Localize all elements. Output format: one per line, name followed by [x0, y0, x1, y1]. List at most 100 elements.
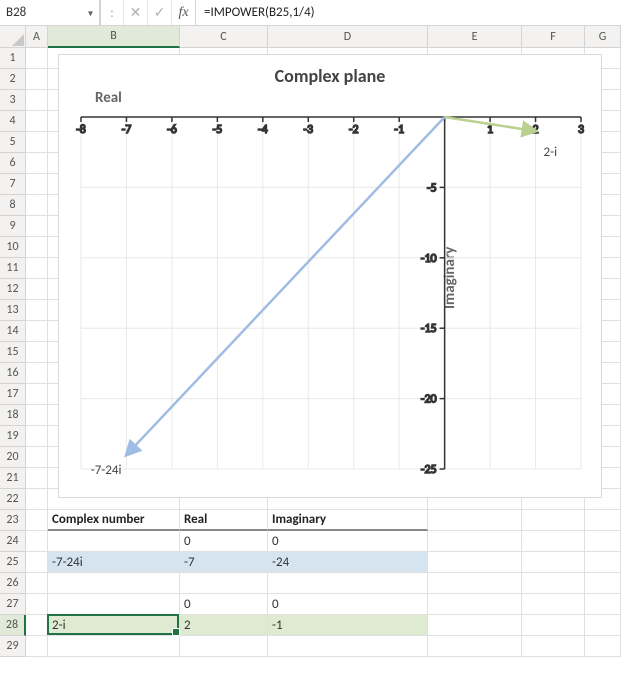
row-header-7[interactable]: 7: [0, 174, 26, 195]
cell-B25[interactable]: -7-24i: [48, 552, 180, 573]
cell-G24[interactable]: [585, 531, 621, 552]
cell-A1[interactable]: [26, 48, 48, 69]
cell-A23[interactable]: [26, 510, 48, 531]
cell-C29[interactable]: [180, 636, 268, 657]
cell-D28[interactable]: -1: [268, 615, 428, 636]
cell-F24[interactable]: [522, 531, 585, 552]
column-header-C[interactable]: C: [180, 26, 268, 48]
column-header-E[interactable]: E: [428, 26, 522, 48]
row-header-8[interactable]: 8: [0, 195, 26, 216]
cell-B23[interactable]: Complex number: [48, 510, 180, 531]
cell-A10[interactable]: [26, 237, 48, 258]
row-header-2[interactable]: 2: [0, 69, 26, 90]
cell-A9[interactable]: [26, 216, 48, 237]
cell-G26[interactable]: [585, 573, 621, 594]
cell-E24[interactable]: [428, 531, 522, 552]
row-header-20[interactable]: 20: [0, 447, 26, 468]
cell-A19[interactable]: [26, 426, 48, 447]
row-header-28[interactable]: 28: [0, 615, 26, 636]
fx-icon[interactable]: fx: [172, 0, 196, 25]
cell-F27[interactable]: [522, 594, 585, 615]
cell-D24[interactable]: 0: [268, 531, 428, 552]
cell-B29[interactable]: [48, 636, 180, 657]
chevron-down-icon[interactable]: ▾: [88, 6, 93, 19]
cell-A16[interactable]: [26, 363, 48, 384]
cell-D29[interactable]: [268, 636, 428, 657]
cell-A6[interactable]: [26, 153, 48, 174]
cell-A14[interactable]: [26, 321, 48, 342]
cell-G29[interactable]: [585, 636, 621, 657]
row-header-24[interactable]: 24: [0, 531, 26, 552]
cell-A25[interactable]: [26, 552, 48, 573]
row-header-13[interactable]: 13: [0, 300, 26, 321]
cell-A28[interactable]: [26, 615, 48, 636]
cell-A29[interactable]: [26, 636, 48, 657]
cell-G27[interactable]: [585, 594, 621, 615]
row-header-5[interactable]: 5: [0, 132, 26, 153]
cell-D26[interactable]: [268, 573, 428, 594]
cell-C25[interactable]: -7: [180, 552, 268, 573]
cell-A17[interactable]: [26, 384, 48, 405]
cell-G25[interactable]: [585, 552, 621, 573]
cell-A13[interactable]: [26, 300, 48, 321]
cell-A5[interactable]: [26, 132, 48, 153]
cell-B24[interactable]: [48, 531, 180, 552]
row-header-26[interactable]: 26: [0, 573, 26, 594]
confirm-icon[interactable]: ✓: [148, 0, 172, 25]
row-header-18[interactable]: 18: [0, 405, 26, 426]
cell-B26[interactable]: [48, 573, 180, 594]
formula-input[interactable]: =IMPOWER(B25,1/4): [196, 0, 621, 25]
cell-E25[interactable]: [428, 552, 522, 573]
cell-D25[interactable]: -24: [268, 552, 428, 573]
cells-area[interactable]: Complex plane Real Imaginary -8-7-6-5-4-…: [26, 48, 621, 657]
cell-D23[interactable]: Imaginary: [268, 510, 428, 531]
row-header-19[interactable]: 19: [0, 426, 26, 447]
cell-A11[interactable]: [26, 258, 48, 279]
cell-G23[interactable]: [585, 510, 621, 531]
row-header-16[interactable]: 16: [0, 363, 26, 384]
cell-C23[interactable]: Real: [180, 510, 268, 531]
cell-E29[interactable]: [428, 636, 522, 657]
row-header-9[interactable]: 9: [0, 216, 26, 237]
row-header-12[interactable]: 12: [0, 279, 26, 300]
cell-A21[interactable]: [26, 468, 48, 489]
column-header-B[interactable]: B: [48, 26, 180, 48]
cell-A15[interactable]: [26, 342, 48, 363]
cell-E23[interactable]: [428, 510, 522, 531]
column-header-G[interactable]: G: [585, 26, 621, 48]
cell-F25[interactable]: [522, 552, 585, 573]
row-header-6[interactable]: 6: [0, 153, 26, 174]
row-header-10[interactable]: 10: [0, 237, 26, 258]
cancel-icon[interactable]: ✕: [124, 0, 148, 25]
cell-C26[interactable]: [180, 573, 268, 594]
row-header-11[interactable]: 11: [0, 258, 26, 279]
cell-C24[interactable]: 0: [180, 531, 268, 552]
select-all-corner[interactable]: [0, 26, 26, 48]
column-header-D[interactable]: D: [268, 26, 428, 48]
cell-A26[interactable]: [26, 573, 48, 594]
row-header-21[interactable]: 21: [0, 468, 26, 489]
cell-A7[interactable]: [26, 174, 48, 195]
cell-F26[interactable]: [522, 573, 585, 594]
cell-B27[interactable]: [48, 594, 180, 615]
row-header-4[interactable]: 4: [0, 111, 26, 132]
cell-A20[interactable]: [26, 447, 48, 468]
cell-F23[interactable]: [522, 510, 585, 531]
cell-C28[interactable]: 2: [180, 615, 268, 636]
row-header-27[interactable]: 27: [0, 594, 26, 615]
row-header-25[interactable]: 25: [0, 552, 26, 573]
row-header-17[interactable]: 17: [0, 384, 26, 405]
range-colon-button[interactable]: :: [100, 0, 124, 25]
cell-C27[interactable]: 0: [180, 594, 268, 615]
cell-E28[interactable]: [428, 615, 522, 636]
cell-A3[interactable]: [26, 90, 48, 111]
cell-E27[interactable]: [428, 594, 522, 615]
row-header-3[interactable]: 3: [0, 90, 26, 111]
name-box[interactable]: B28 ▾: [0, 0, 100, 25]
cell-G28[interactable]: [585, 615, 621, 636]
row-header-29[interactable]: 29: [0, 636, 26, 657]
cell-A18[interactable]: [26, 405, 48, 426]
chart-object[interactable]: Complex plane Real Imaginary -8-7-6-5-4-…: [58, 54, 602, 498]
cell-A4[interactable]: [26, 111, 48, 132]
row-header-22[interactable]: 22: [0, 489, 26, 510]
